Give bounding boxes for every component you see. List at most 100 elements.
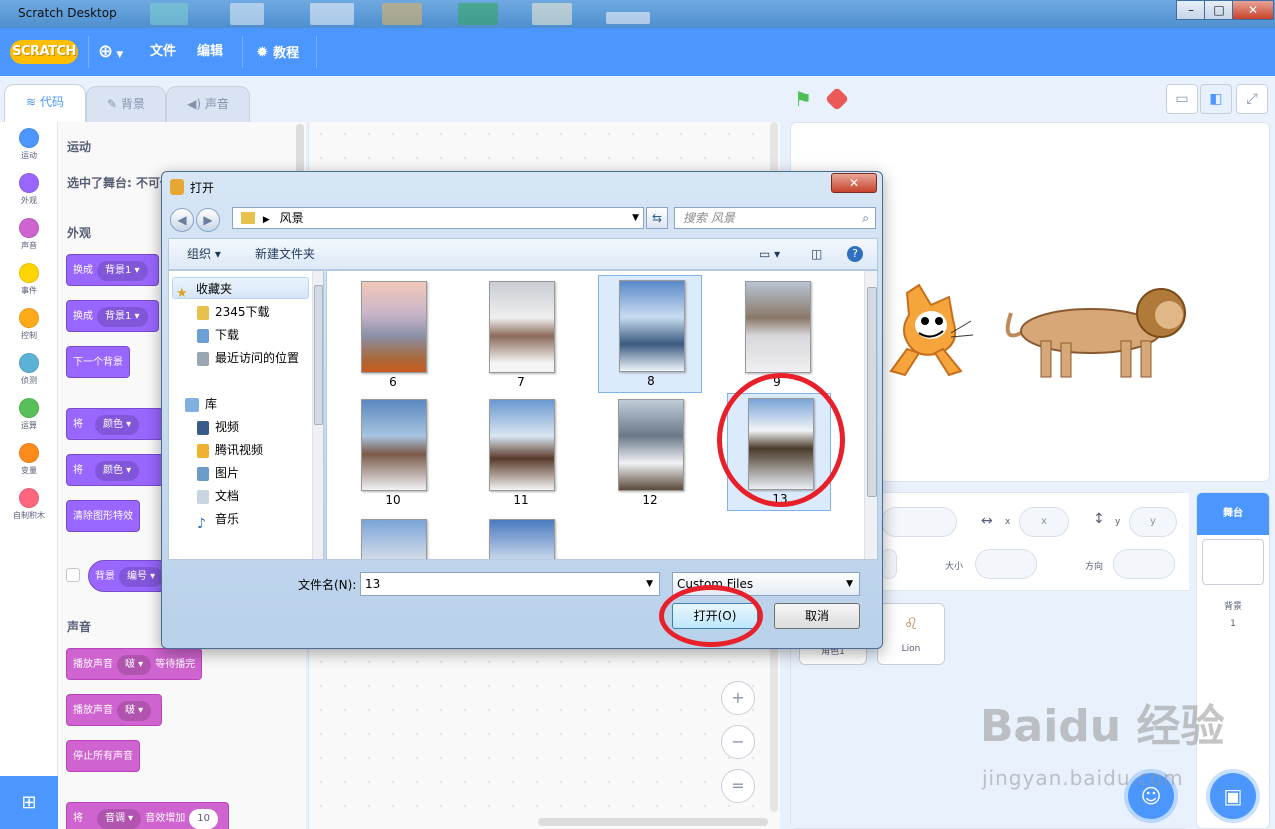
file-item[interactable]: 11	[469, 395, 573, 513]
tab-sounds[interactable]: ◀) 声音	[166, 86, 250, 122]
backdrop-dropdown[interactable]: 背景1 ▾	[97, 307, 148, 327]
y-arrow-icon: ↕	[1093, 511, 1105, 527]
category-events[interactable]: 事件	[0, 263, 58, 296]
sound-dropdown[interactable]: 啵 ▾	[117, 655, 152, 675]
file-item[interactable]	[341, 515, 445, 559]
category-control[interactable]: 控制	[0, 308, 58, 341]
baidu-watermark: Baidu 经验	[980, 701, 1225, 752]
minimize-button[interactable]: –	[1176, 0, 1206, 20]
add-extension-button[interactable]: ⊞	[0, 776, 58, 829]
tree-favorites[interactable]: ★ 收藏夹	[172, 277, 309, 301]
file-item[interactable]	[469, 515, 573, 559]
chevron-down-icon[interactable]: ▼	[646, 573, 653, 595]
block-switch-backdrop[interactable]: 换成 背景1 ▾	[66, 254, 159, 286]
y-position-field[interactable]: y	[1129, 507, 1177, 537]
tree-tencent-video[interactable]: 腾讯视频	[197, 439, 263, 461]
tree-documents[interactable]: 文档	[197, 485, 239, 507]
tree-2345-downloads[interactable]: 2345下载	[197, 301, 270, 323]
category-operators[interactable]: 运算	[0, 398, 58, 431]
block-play-sound-until-done[interactable]: 播放声音啵 ▾ 等待播完	[66, 648, 203, 680]
zoom-in-button[interactable]: +	[721, 681, 755, 715]
preview-pane-icon[interactable]: ◫	[811, 239, 822, 269]
category-variables[interactable]: 变量	[0, 443, 58, 476]
tree-pictures[interactable]: 图片	[197, 462, 239, 484]
edit-menu[interactable]: 编辑	[197, 28, 223, 76]
large-stage-button[interactable]: ◧	[1200, 84, 1232, 114]
file-item[interactable]: 7	[469, 277, 573, 395]
category-looks[interactable]: 外观	[0, 173, 58, 206]
forward-button[interactable]: ▶	[196, 208, 220, 232]
tree-recent-places[interactable]: 最近访问的位置	[197, 347, 299, 369]
number-input[interactable]: 10	[189, 809, 218, 829]
small-stage-button[interactable]: ▭	[1166, 84, 1198, 114]
chevron-down-icon[interactable]: ▼	[632, 208, 639, 228]
block-change-effect[interactable]: 将 颜色 ▾	[66, 408, 176, 440]
file-item[interactable]: 10	[341, 395, 445, 513]
view-menu-icon[interactable]: ▭ ▾	[759, 239, 780, 269]
organize-menu[interactable]: 组织 ▾	[187, 239, 221, 269]
file-item[interactable]: 8	[598, 275, 702, 393]
effect-dropdown[interactable]: 音调 ▾	[97, 809, 142, 829]
help-icon[interactable]: ?	[847, 246, 863, 262]
tree-libraries[interactable]: 库	[185, 393, 217, 415]
visibility-toggle[interactable]	[881, 549, 897, 579]
category-sound[interactable]: 声音	[0, 218, 58, 251]
file-item[interactable]: 6	[341, 277, 445, 395]
language-menu[interactable]: ⊕ ▼	[98, 28, 123, 76]
tree-downloads[interactable]: 下载	[197, 324, 239, 346]
tab-code[interactable]: ≋ 代码	[4, 84, 86, 122]
scrollbar-thumb[interactable]	[867, 287, 877, 497]
new-folder-button[interactable]: 新建文件夹	[255, 239, 315, 269]
reporter-checkbox[interactable]	[66, 568, 80, 582]
scratch-logo[interactable]: SCRATCH	[10, 40, 78, 64]
file-item[interactable]: 12	[598, 395, 702, 513]
sprite-name-field[interactable]	[881, 507, 957, 537]
file-list-scrollbar[interactable]	[864, 271, 877, 559]
size-field[interactable]	[975, 549, 1037, 579]
backdrop-dropdown[interactable]: 背景1 ▾	[97, 261, 148, 281]
block-change-pitch[interactable]: 将 音调 ▾ 音效增加 10	[66, 802, 229, 829]
zoom-out-button[interactable]: −	[721, 725, 755, 759]
back-button[interactable]: ◀	[170, 208, 194, 232]
block-clear-effects[interactable]: 清除图形特效	[66, 500, 140, 532]
filename-input[interactable]: 13 ▼	[360, 572, 660, 596]
x-position-field[interactable]: x	[1019, 507, 1069, 537]
file-menu[interactable]: 文件	[150, 28, 176, 76]
effect-dropdown[interactable]: 颜色 ▾	[95, 415, 140, 435]
stop-icon[interactable]	[824, 86, 850, 112]
dialog-close-button[interactable]: ✕	[831, 173, 877, 193]
close-window-button[interactable]: ✕	[1232, 0, 1274, 20]
block-stop-all-sounds[interactable]: 停止所有声音	[66, 740, 140, 772]
sprite-tile[interactable]: ♌ Lion	[877, 603, 945, 665]
looks-heading: 外观	[67, 226, 92, 240]
search-input[interactable]: 搜索 风景 ⌕	[674, 207, 876, 229]
category-my-blocks[interactable]: 自制积木	[0, 488, 58, 521]
refresh-button[interactable]: ⇆	[646, 207, 668, 229]
tab-backdrops[interactable]: ✎ 背景	[86, 86, 166, 122]
scrollbar-thumb[interactable]	[314, 285, 323, 425]
reporter-dropdown[interactable]: 编号 ▾	[119, 567, 164, 587]
block-switch-backdrop-wait[interactable]: 换成 背景1 ▾	[66, 300, 159, 332]
zoom-reset-button[interactable]: =	[721, 769, 755, 803]
maximize-button[interactable]: □	[1204, 0, 1234, 20]
green-flag-icon[interactable]: ⚑	[794, 88, 816, 110]
sound-dropdown[interactable]: 啵 ▾	[117, 701, 152, 721]
category-motion[interactable]: 运动	[0, 128, 58, 161]
fullscreen-button[interactable]: ⤢	[1236, 84, 1268, 114]
direction-field[interactable]	[1113, 549, 1175, 579]
choose-backdrop-button[interactable]: ▣	[1210, 773, 1256, 819]
cancel-button[interactable]: 取消	[774, 603, 860, 629]
block-next-backdrop[interactable]: 下一个背景	[66, 346, 130, 378]
tree-music[interactable]: ♪ 音乐	[197, 508, 239, 532]
address-bar[interactable]: ▶ 风景 ▼	[232, 207, 644, 229]
script-horizontal-scrollbar[interactable]	[538, 818, 768, 826]
tab-label: 背景	[120, 97, 145, 111]
tree-videos[interactable]: 视频	[197, 416, 239, 438]
navigation-scrollbar[interactable]	[312, 271, 323, 559]
tutorials-menu[interactable]: ✹ 教程	[256, 28, 299, 76]
effect-dropdown[interactable]: 颜色 ▾	[95, 461, 140, 481]
category-sensing[interactable]: 侦测	[0, 353, 58, 386]
tree-label: 库	[205, 397, 218, 411]
block-set-effect[interactable]: 将 颜色 ▾	[66, 454, 176, 486]
block-start-sound[interactable]: 播放声音啵 ▾	[66, 694, 163, 726]
